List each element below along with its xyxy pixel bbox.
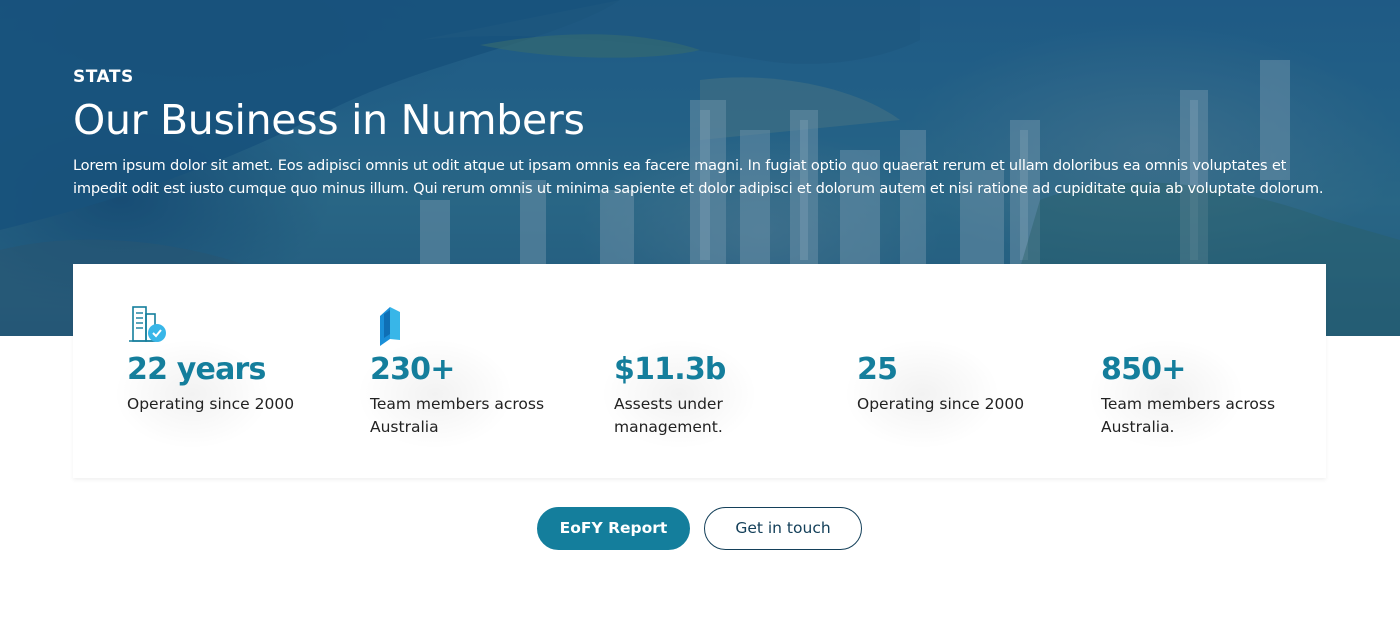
stat-item: 850+ Team members across Australia. [1081, 304, 1301, 454]
building-blocks-icon [380, 307, 400, 346]
stat-label: Operating since 2000 [127, 395, 295, 413]
hero-description: Lorem ipsum dolor sit amet. Eos adipisci… [73, 157, 1324, 197]
eofy-report-button[interactable]: EoFY Report [537, 507, 690, 550]
stat-label: Team members across Australia. [1101, 395, 1276, 436]
stat-label: Assests under management. [614, 395, 723, 436]
stat-label: Operating since 2000 [857, 395, 1025, 413]
stat-item: $11.3b Assests under management. [594, 304, 814, 454]
section-eyebrow: STATS [73, 67, 134, 87]
get-in-touch-button[interactable]: Get in touch [704, 507, 862, 550]
stat-value: 22 years [127, 352, 266, 387]
stats-card: 22 years Operating since 2000 230+ Team … [73, 264, 1326, 478]
hero-content: STATS Our Business in Numbers Lorem ipsu… [73, 66, 1333, 200]
stat-value: $11.3b [614, 352, 726, 387]
stat-item: 25 Operating since 2000 [837, 304, 1057, 454]
page-title: Our Business in Numbers [73, 96, 585, 144]
stat-label: Team members across Australia [370, 395, 545, 436]
stat-item: 22 years Operating since 2000 [107, 304, 327, 454]
stat-value: 850+ [1101, 352, 1186, 387]
building-check-icon [129, 306, 166, 342]
stat-value: 25 [857, 352, 898, 387]
stat-value: 230+ [370, 352, 455, 387]
stat-item: 230+ Team members across Australia [350, 304, 570, 454]
